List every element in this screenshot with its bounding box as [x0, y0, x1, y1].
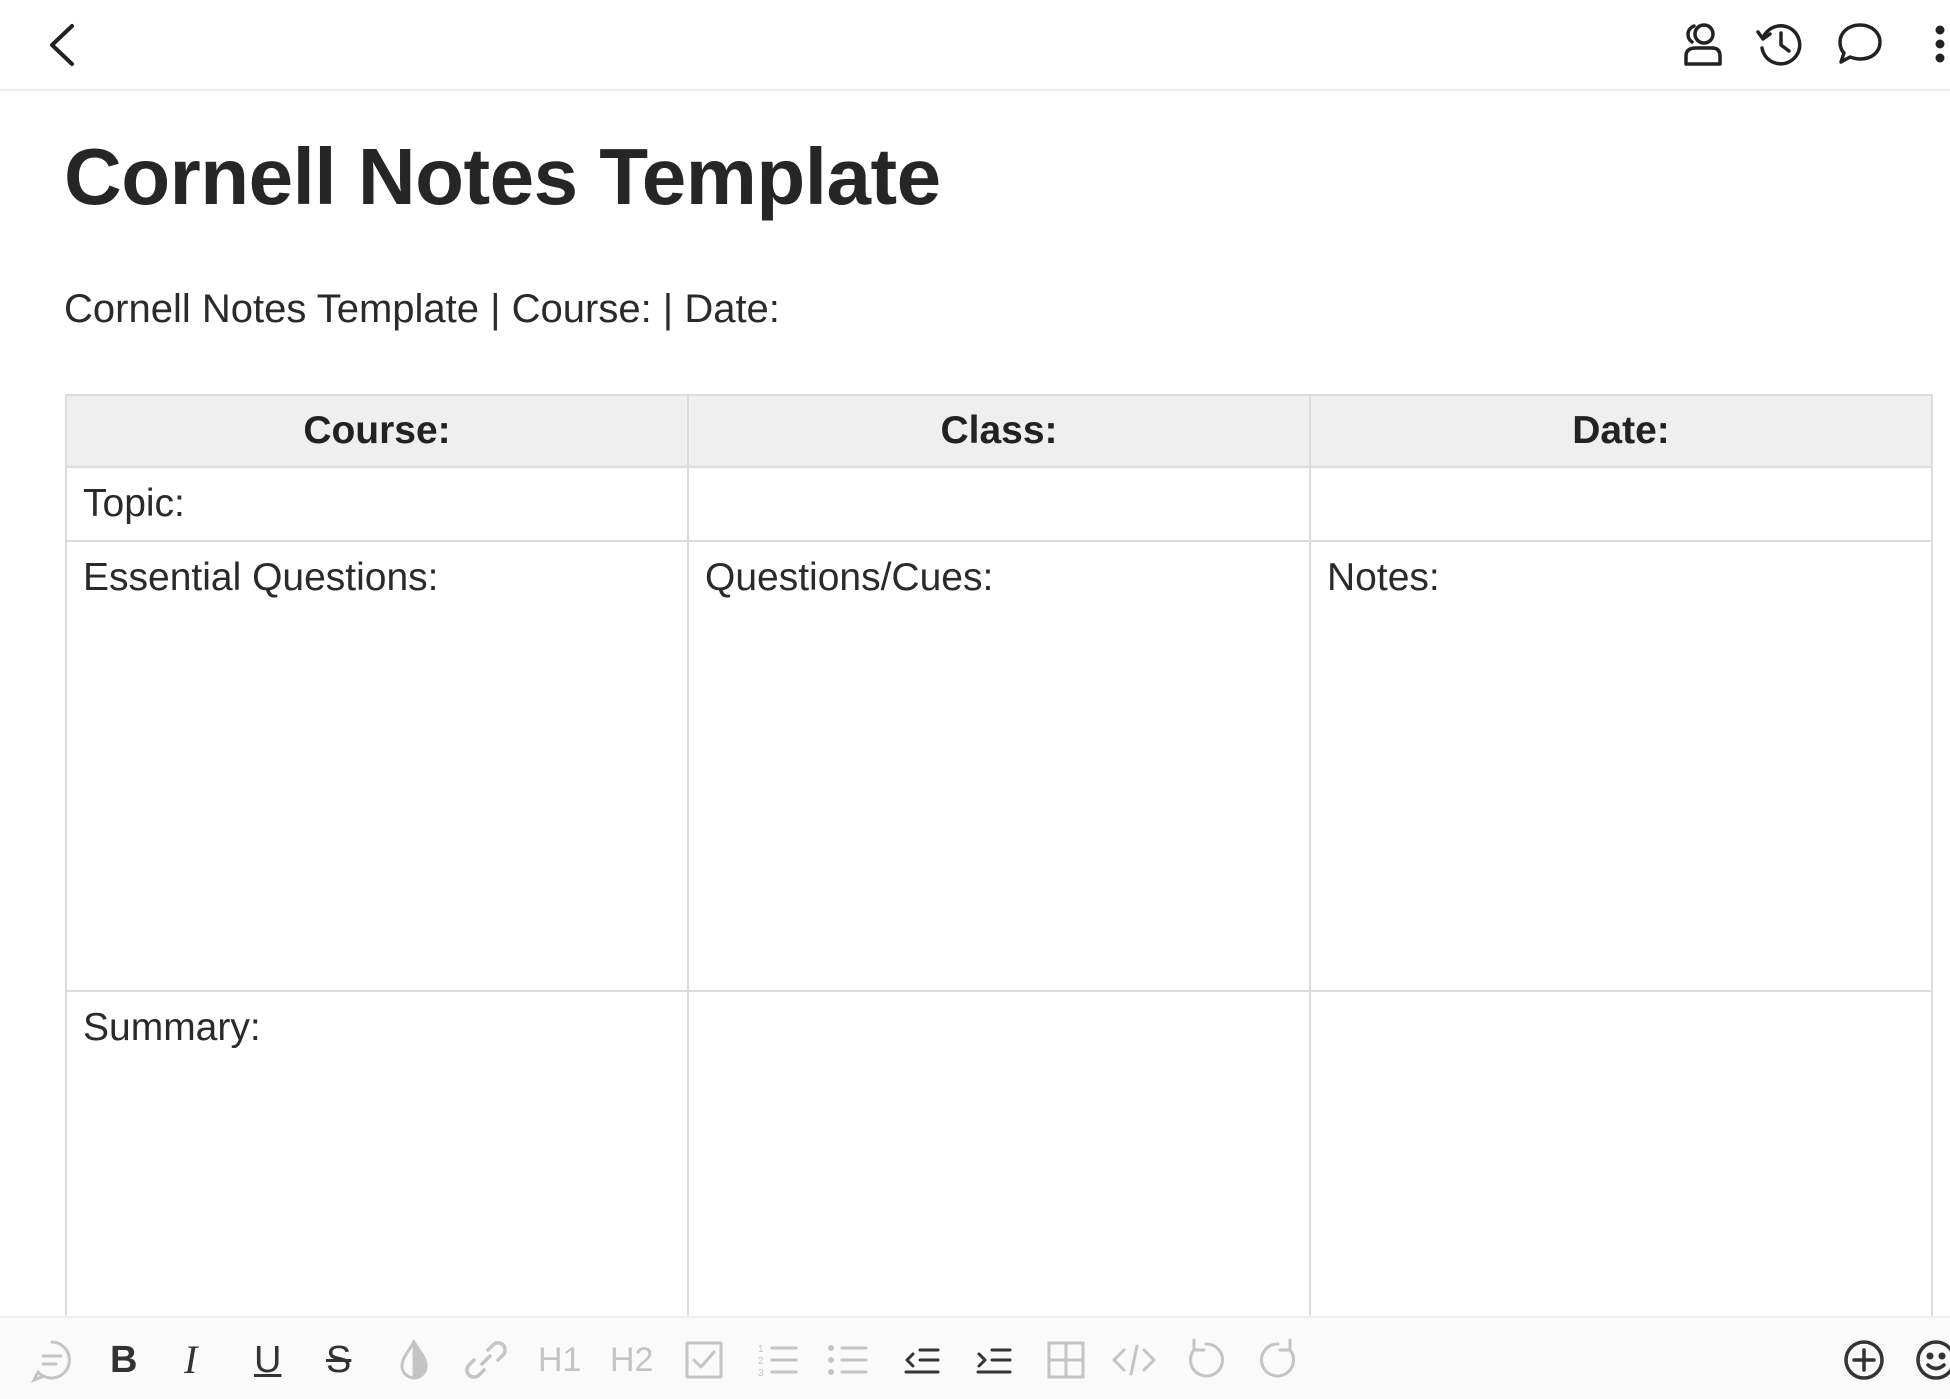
underline-button[interactable]: U [254, 1334, 281, 1386]
strikethrough-button[interactable]: S [326, 1334, 351, 1386]
numbered-list-icon[interactable]: 1 2 3 [752, 1334, 804, 1386]
table-cell[interactable]: Topic: [65, 466, 689, 542]
document-subtitle[interactable]: Cornell Notes Template | Course: | Date: [64, 287, 780, 332]
table-header-row: Course: Class: Date: [65, 394, 1933, 468]
table-cell[interactable]: Essential Questions: [65, 540, 689, 992]
add-icon[interactable] [1838, 1334, 1890, 1386]
table-icon[interactable] [1040, 1334, 1092, 1386]
collaborators-icon[interactable] [1674, 18, 1726, 70]
emoji-icon[interactable] [1910, 1334, 1950, 1386]
checkbox-icon[interactable] [678, 1334, 730, 1386]
bold-button[interactable]: B [110, 1334, 137, 1386]
more-vertical-icon[interactable] [1914, 18, 1950, 70]
redo-icon[interactable] [1252, 1334, 1304, 1386]
table-cell[interactable]: Questions/Cues: [687, 540, 1311, 992]
code-icon[interactable] [1108, 1334, 1160, 1386]
table-cell[interactable] [1309, 466, 1933, 542]
link-icon[interactable] [460, 1334, 512, 1386]
outdent-icon[interactable] [896, 1334, 948, 1386]
table-cell[interactable]: Summary: [65, 990, 689, 1352]
table-header-cell[interactable]: Date: [1309, 394, 1933, 468]
comment-format-icon[interactable] [26, 1334, 78, 1386]
table-header-cell[interactable]: Class: [687, 394, 1311, 468]
back-icon[interactable] [44, 22, 84, 68]
table-cell[interactable] [687, 990, 1311, 1352]
heading2-button[interactable]: H2 [610, 1334, 653, 1386]
italic-button[interactable]: I [184, 1334, 197, 1386]
svg-text:2: 2 [758, 1356, 764, 1367]
table-row: Topic: [65, 466, 1933, 542]
cornell-table: Course: Class: Date: Topic: Essential Qu… [65, 394, 1933, 1352]
indent-icon[interactable] [968, 1334, 1020, 1386]
heading1-button[interactable]: H1 [538, 1334, 581, 1386]
table-row: Summary: [65, 990, 1933, 1352]
page-title[interactable]: Cornell Notes Template [64, 131, 941, 223]
bullet-list-icon[interactable] [822, 1334, 874, 1386]
format-toolbar: B I U S H1 H2 1 2 3 [0, 1316, 1950, 1399]
svg-text:3: 3 [758, 1368, 764, 1379]
top-bar [0, 0, 1950, 91]
table-cell[interactable]: Notes: [1309, 540, 1933, 992]
table-header-cell[interactable]: Course: [65, 394, 689, 468]
table-row: Essential Questions: Questions/Cues: Not… [65, 540, 1933, 992]
undo-icon[interactable] [1180, 1334, 1232, 1386]
table-cell[interactable] [687, 466, 1311, 542]
history-icon[interactable] [1754, 18, 1806, 70]
svg-text:1: 1 [758, 1344, 764, 1355]
comment-icon[interactable] [1834, 18, 1886, 70]
color-icon[interactable] [388, 1334, 440, 1386]
table-cell[interactable] [1309, 990, 1933, 1352]
